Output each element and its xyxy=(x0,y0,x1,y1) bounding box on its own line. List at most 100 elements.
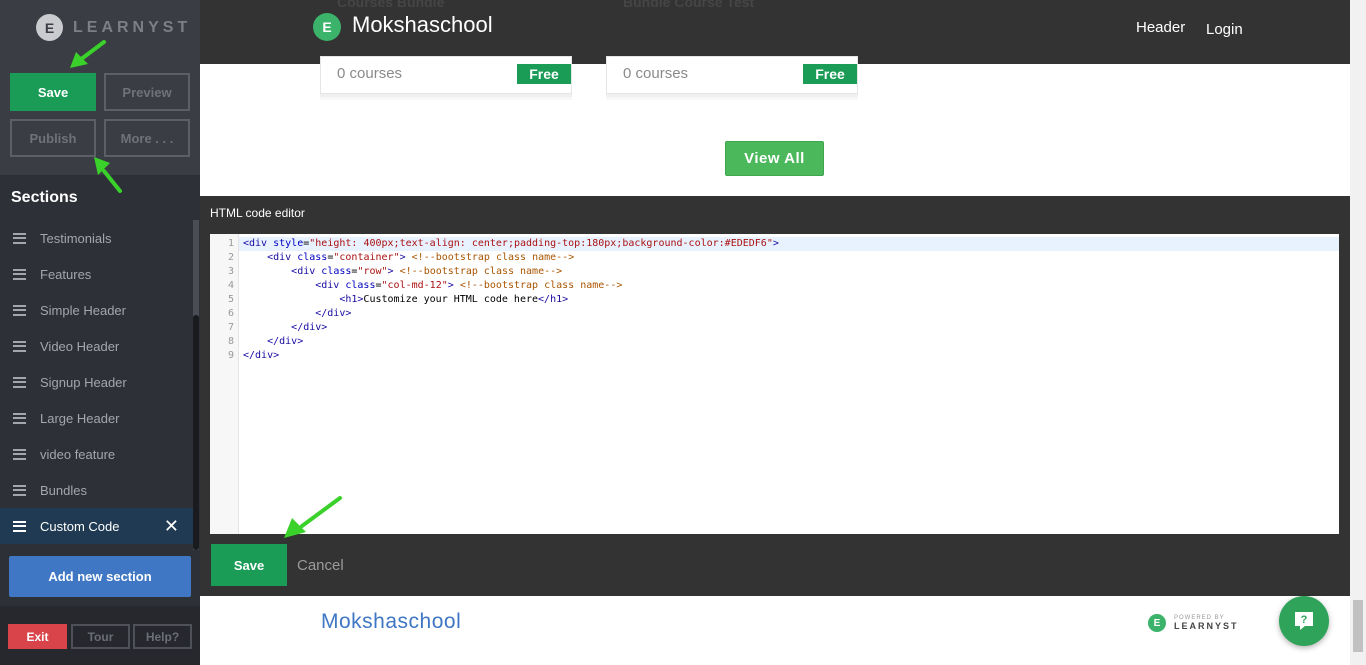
code-line[interactable]: <h1>Customize your HTML code here</h1> xyxy=(239,293,1339,307)
powered-by-learnyst[interactable]: E POWERED BY LEARNYST xyxy=(1148,614,1239,632)
editor-cancel-button[interactable]: Cancel xyxy=(297,557,344,574)
html-code-editor-panel: HTML code editor 1 2 3 4 5 6 7 8 9 <div … xyxy=(200,196,1350,596)
code-line[interactable]: </div> xyxy=(239,335,1339,349)
section-item-label: Testimonials xyxy=(40,230,112,246)
line-number: 6 xyxy=(227,308,234,319)
drag-handle-icon[interactable] xyxy=(13,412,26,424)
line-number: 8 xyxy=(227,336,234,347)
site-preview: Courses Bundle Bundle Course Test E Moks… xyxy=(200,0,1350,665)
section-item-label: Features xyxy=(40,266,92,282)
publish-button[interactable]: Publish xyxy=(10,119,96,157)
brand-name: LEARNYST xyxy=(73,18,192,36)
code-line[interactable]: <div style="height: 400px;text-align: ce… xyxy=(239,237,1339,251)
course-count: 0 courses xyxy=(623,65,689,82)
annotation-arrow-icon xyxy=(70,40,106,68)
section-item-bundles[interactable]: Bundles xyxy=(0,472,193,508)
line-number: 5 xyxy=(227,294,234,305)
svg-text:?: ? xyxy=(1301,614,1308,626)
more-button[interactable]: More . . . xyxy=(104,119,190,157)
close-icon[interactable]: ✕ xyxy=(164,516,179,537)
view-all-button[interactable]: View All xyxy=(725,141,824,176)
site-logo-icon: E xyxy=(313,13,341,41)
line-number: 3 xyxy=(227,266,234,277)
section-item-video-header[interactable]: Video Header xyxy=(0,328,193,364)
line-number-gutter: 1 2 3 4 5 6 7 8 9 xyxy=(210,234,239,534)
sidebar-scrollbar[interactable] xyxy=(193,220,199,550)
sidebar-bottom-bar: Exit Tour Help? xyxy=(0,606,200,665)
section-item-label: Video Header xyxy=(40,338,120,354)
drag-handle-icon[interactable] xyxy=(13,520,26,532)
powered-brand: LEARNYST xyxy=(1174,621,1239,631)
chat-help-button[interactable]: ? xyxy=(1279,596,1329,646)
sections-heading: Sections xyxy=(11,189,78,206)
line-number: 2 xyxy=(227,252,234,263)
site-header: Courses Bundle Bundle Course Test E Moks… xyxy=(200,0,1350,64)
drag-handle-icon[interactable] xyxy=(13,268,26,280)
code-line[interactable]: <div class="container"> <!--bootstrap cl… xyxy=(239,251,1339,265)
footer-site-name[interactable]: Mokshaschool xyxy=(321,610,461,634)
section-item-label: Bundles xyxy=(40,482,87,498)
annotation-arrow-icon xyxy=(94,157,122,193)
free-badge: Free xyxy=(517,64,571,84)
editor-save-button[interactable]: Save xyxy=(211,544,287,586)
learnyst-logo-icon: E xyxy=(36,14,63,41)
code-editor[interactable]: 1 2 3 4 5 6 7 8 9 <div style="height: 40… xyxy=(210,234,1339,534)
site-footer: Mokshaschool E POWERED BY LEARNYST xyxy=(200,596,1350,665)
tour-button[interactable]: Tour xyxy=(71,624,130,649)
section-list: Testimonials Features Simple Header Vide… xyxy=(0,220,193,544)
course-count: 0 courses xyxy=(337,65,403,82)
section-item-label: Signup Header xyxy=(40,374,127,390)
section-item-large-header[interactable]: Large Header xyxy=(0,400,193,436)
section-item-label: video feature xyxy=(40,446,116,462)
line-number: 9 xyxy=(227,350,234,361)
nav-link-header[interactable]: Header xyxy=(1136,19,1185,36)
course-card-title: Courses Bundle xyxy=(337,0,445,10)
nav-link-login[interactable]: Login xyxy=(1206,21,1243,38)
course-card-title: Bundle Course Test xyxy=(623,0,755,10)
exit-button[interactable]: Exit xyxy=(8,624,67,649)
add-new-section-button[interactable]: Add new section xyxy=(9,556,191,597)
learnyst-logo: E LEARNYST xyxy=(36,14,191,41)
code-line[interactable]: </div> xyxy=(239,307,1339,321)
free-badge: Free xyxy=(803,64,857,84)
drag-handle-icon[interactable] xyxy=(13,304,26,316)
section-item-simple-header[interactable]: Simple Header xyxy=(0,292,193,328)
drag-handle-icon[interactable] xyxy=(13,448,26,460)
code-content[interactable]: <div style="height: 400px;text-align: ce… xyxy=(239,237,1339,363)
sidebar-scroll-thumb[interactable] xyxy=(193,315,199,550)
course-card[interactable]: 0 courses Free xyxy=(606,56,858,94)
site-name[interactable]: Mokshaschool xyxy=(352,12,493,38)
drag-handle-icon[interactable] xyxy=(13,340,26,352)
learnyst-logo-icon: E xyxy=(1148,614,1166,632)
section-item-features[interactable]: Features xyxy=(0,256,193,292)
section-item-video-feature[interactable]: video feature xyxy=(0,436,193,472)
drag-handle-icon[interactable] xyxy=(13,232,26,244)
help-button[interactable]: Help? xyxy=(133,624,192,649)
save-button[interactable]: Save xyxy=(10,73,96,111)
code-line[interactable]: </div> xyxy=(239,321,1339,335)
line-number: 4 xyxy=(227,280,234,291)
chat-question-icon: ? xyxy=(1295,612,1313,630)
section-item-label: Custom Code xyxy=(40,518,120,534)
section-item-testimonials[interactable]: Testimonials xyxy=(0,220,193,256)
annotation-arrow-icon xyxy=(284,496,342,538)
course-card[interactable]: 0 courses Free xyxy=(320,56,572,94)
page-builder-app: E LEARNYST Save Preview Publish More . .… xyxy=(0,0,1366,665)
code-line[interactable]: </div> xyxy=(239,349,1339,363)
code-line[interactable]: <div class="row"> <!--bootstrap class na… xyxy=(239,265,1339,279)
drag-handle-icon[interactable] xyxy=(13,376,26,388)
line-number: 1 xyxy=(227,238,234,249)
section-item-label: Simple Header xyxy=(40,302,126,318)
page-scrollbar[interactable] xyxy=(1350,0,1366,665)
section-item-signup-header[interactable]: Signup Header xyxy=(0,364,193,400)
section-item-custom-code[interactable]: Custom Code ✕ xyxy=(0,508,193,544)
line-number: 7 xyxy=(227,322,234,333)
sidebar-toolbar: E LEARNYST Save Preview Publish More . .… xyxy=(0,0,200,175)
section-item-label: Large Header xyxy=(40,410,120,426)
preview-button[interactable]: Preview xyxy=(104,73,190,111)
editor-title: HTML code editor xyxy=(210,206,305,220)
code-line[interactable]: <div class="col-md-12"> <!--bootstrap cl… xyxy=(239,279,1339,293)
page-scroll-thumb[interactable] xyxy=(1353,600,1363,652)
drag-handle-icon[interactable] xyxy=(13,484,26,496)
builder-sidebar: E LEARNYST Save Preview Publish More . .… xyxy=(0,0,200,665)
